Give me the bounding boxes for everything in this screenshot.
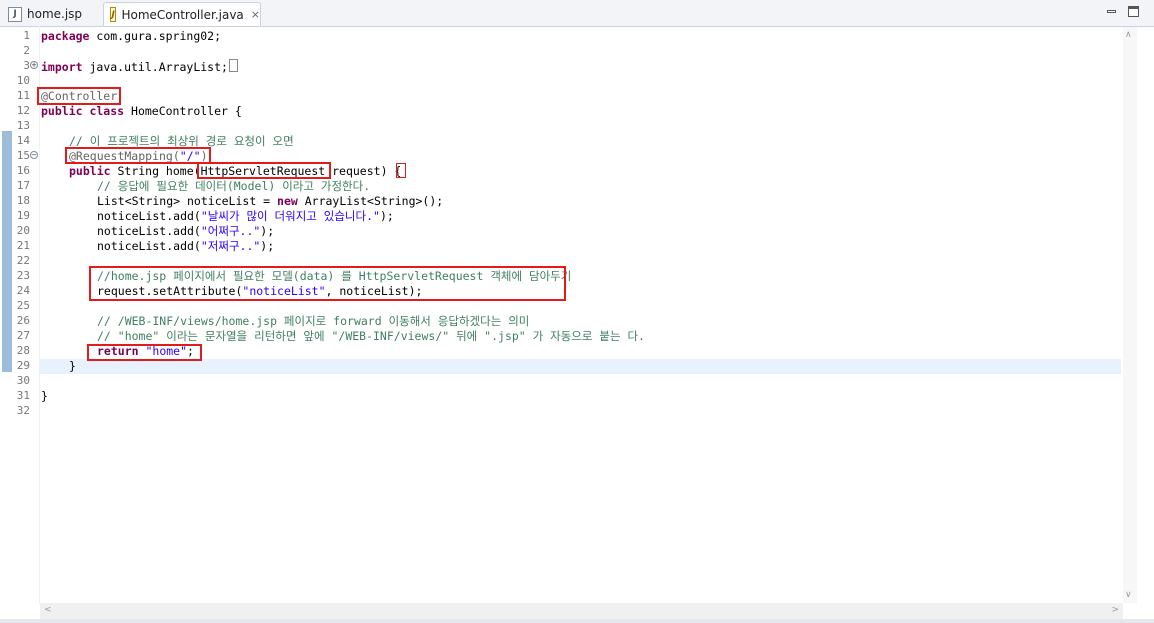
- tab-label: HomeController.java: [121, 7, 244, 22]
- highlight-box-setattribute: [89, 266, 566, 301]
- folded-block-marker: [228, 59, 238, 72]
- code-line-3[interactable]: import java.util.ArrayList;: [41, 59, 238, 74]
- collapse-fold-icon[interactable]: −: [30, 151, 38, 159]
- code-line-20[interactable]: noticeList.add("어쩌구..");: [41, 224, 274, 239]
- code-line-27[interactable]: // "home" 이라는 문자열을 리턴하면 앞에 "/WEB-INF/vie…: [41, 329, 645, 344]
- jsp-file-icon: J: [8, 6, 22, 22]
- line-number: 31: [16, 389, 30, 402]
- line-number: 11: [16, 89, 30, 102]
- highlight-box-brace: [396, 163, 406, 178]
- line-number: 27: [16, 329, 30, 342]
- line-number: 18: [16, 194, 30, 207]
- line-number: 22: [16, 254, 30, 267]
- line-number: 23: [16, 269, 30, 282]
- line-number: 30: [16, 374, 30, 387]
- vertical-scrollbar[interactable]: ∧ ∨: [1123, 27, 1137, 603]
- maximize-icon[interactable]: [1128, 6, 1139, 17]
- line-number: 3: [23, 59, 30, 72]
- line-number: 19: [16, 209, 30, 222]
- code-line-19[interactable]: noticeList.add("날씨가 많이 더워지고 있습니다.");: [41, 209, 394, 224]
- minimize-icon[interactable]: [1106, 6, 1117, 17]
- scroll-down-icon[interactable]: ∨: [1125, 590, 1132, 600]
- code-line-26[interactable]: // /WEB-INF/views/home.jsp 페이지로 forward …: [41, 314, 529, 329]
- line-number: 12: [16, 104, 30, 117]
- scroll-left-icon[interactable]: <: [44, 605, 52, 615]
- highlight-box-httpservletrequest: [197, 162, 331, 179]
- line-number: 1: [23, 29, 30, 42]
- line-number: 25: [16, 299, 30, 312]
- code-line-17[interactable]: // 응답에 필요한 데이터(Model) 이라고 가정한다.: [41, 179, 370, 194]
- scroll-right-icon[interactable]: >: [1111, 605, 1119, 615]
- code-line-21[interactable]: noticeList.add("저쩌구..");: [41, 239, 274, 254]
- tab-label: home.jsp: [27, 7, 83, 21]
- expand-fold-icon[interactable]: +: [30, 61, 38, 69]
- line-number: 26: [16, 314, 30, 327]
- line-number: 32: [16, 404, 30, 417]
- scroll-up-icon[interactable]: ∧: [1125, 30, 1132, 40]
- code-line-1[interactable]: package com.gura.spring02;: [41, 29, 221, 44]
- java-file-icon: J: [110, 7, 117, 22]
- highlight-box-controller: [37, 87, 121, 105]
- line-number: 2: [23, 44, 30, 57]
- line-number: 24: [16, 284, 30, 297]
- highlight-box-return: [87, 344, 202, 361]
- line-number: 20: [16, 224, 30, 237]
- current-line-highlight: [40, 359, 1121, 374]
- code-line-29[interactable]: }: [41, 359, 76, 374]
- close-tab-icon[interactable]: ⨯: [251, 8, 260, 21]
- editor-tab-bar: J home.jsp J HomeController.java ⨯: [0, 0, 1154, 27]
- tab-homecontroller-java[interactable]: J HomeController.java ⨯: [103, 2, 261, 26]
- code-line-31[interactable]: }: [41, 389, 48, 404]
- line-number: 16: [16, 164, 30, 177]
- editor-bottom-border: [0, 619, 1154, 623]
- code-line-12[interactable]: public class HomeController {: [41, 104, 242, 119]
- line-number: 17: [16, 179, 30, 192]
- highlight-box-requestmapping: [65, 147, 211, 164]
- line-number: 14: [16, 134, 30, 147]
- line-number: 13: [16, 119, 30, 132]
- line-number: 15: [16, 149, 30, 162]
- line-number: 10: [16, 74, 30, 87]
- code-line-18[interactable]: List<String> noticeList = new ArrayList<…: [41, 194, 443, 209]
- tab-home-jsp[interactable]: J home.jsp: [2, 2, 102, 26]
- horizontal-scrollbar[interactable]: < >: [40, 603, 1123, 619]
- line-number: 28: [16, 344, 30, 357]
- line-number: 29: [16, 359, 30, 372]
- gutter-separator: [39, 26, 40, 604]
- line-number: 21: [16, 239, 30, 252]
